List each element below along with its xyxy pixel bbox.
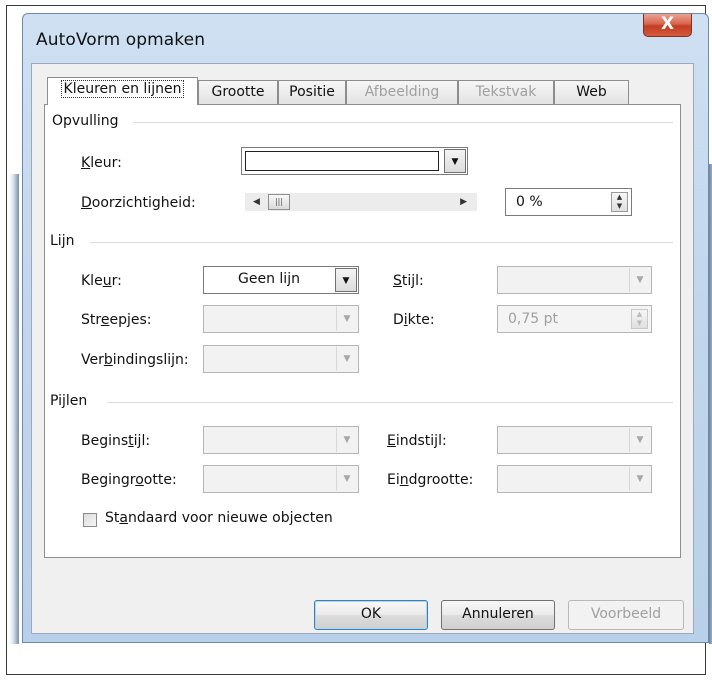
- chevron-down-icon: ▼: [336, 307, 357, 331]
- transparency-label: Doorzichtigheid:: [81, 195, 196, 211]
- spinner-arrows-icon: ▲ ▼: [631, 309, 648, 329]
- section-divider: [90, 242, 673, 243]
- end-size-dropdown: ▼: [497, 465, 652, 493]
- begin-size-label: Begingrootte:: [81, 472, 177, 488]
- preview-button: Voorbeeld: [568, 600, 684, 630]
- spinner-arrows-icon[interactable]: ▲ ▼: [611, 192, 628, 212]
- begin-size-dropdown: ▼: [203, 465, 359, 493]
- weight-value: 0,75 pt: [508, 311, 558, 327]
- close-button[interactable]: X: [643, 14, 692, 37]
- begin-style-dropdown: ▼: [203, 426, 359, 454]
- transparency-spinner[interactable]: 0 % ▲ ▼: [505, 188, 632, 216]
- tab-tekstvak: Tekstvak: [458, 80, 554, 104]
- slider-thumb[interactable]: |||: [268, 194, 290, 210]
- tab-grootte[interactable]: Grootte: [198, 80, 278, 104]
- dialog-client-area: Kleuren en lijnen Grootte Positie Afbeel…: [31, 63, 694, 634]
- dialog-title: AutoVorm opmaken: [36, 30, 206, 50]
- window-shadow-left: [9, 174, 19, 644]
- default-checkbox-label[interactable]: Standaard voor nieuwe objecten: [105, 510, 333, 526]
- default-checkbox[interactable]: [83, 513, 97, 527]
- tab-kleuren-en-lijnen[interactable]: Kleuren en lijnen: [47, 77, 198, 105]
- transparency-value: 0 %: [516, 194, 543, 210]
- chevron-down-icon: ▼: [336, 428, 357, 452]
- weight-spinner: 0,75 pt ▲ ▼: [497, 305, 652, 333]
- connector-label: Verbindingslijn:: [81, 352, 189, 368]
- begin-style-label: Beginstijl:: [81, 433, 151, 449]
- line-color-value: Geen lijn: [238, 271, 300, 287]
- fill-color-label: Kleur:: [81, 155, 122, 171]
- connector-dropdown: ▼: [203, 345, 359, 373]
- section-pijlen: Pijlen: [50, 393, 88, 409]
- line-color-dropdown[interactable]: Geen lijn ▼: [203, 266, 359, 294]
- chevron-down-icon: ▼: [336, 467, 357, 491]
- chevron-down-icon: ▼: [629, 467, 650, 491]
- chevron-down-icon: ▼: [444, 149, 466, 173]
- end-size-label: Eindgrootte:: [387, 472, 474, 488]
- cancel-button[interactable]: Annuleren: [441, 600, 555, 630]
- dialog-window: AutoVorm opmaken X Kleuren en lijnen Gro…: [9, 13, 712, 644]
- tab-panel-kleuren-en-lijnen: Opvulling Kleur: ▼ Doorzichtigheid: ◀ ||…: [44, 104, 681, 558]
- close-icon: X: [660, 14, 675, 34]
- chevron-down-icon: ▼: [629, 268, 650, 292]
- ok-button[interactable]: OK: [314, 600, 428, 630]
- scroll-right-icon[interactable]: ▶: [460, 193, 467, 211]
- scroll-left-icon[interactable]: ◀: [253, 193, 260, 211]
- chevron-down-icon: ▼: [336, 347, 357, 371]
- dashes-label: Streepjes:: [81, 312, 152, 328]
- dashes-dropdown: ▼: [203, 305, 359, 333]
- tab-positie[interactable]: Positie: [278, 80, 346, 104]
- section-divider: [133, 122, 673, 123]
- tab-afbeelding: Afbeelding: [346, 80, 458, 104]
- section-lijn: Lijn: [50, 233, 75, 249]
- line-style-label: Stijl:: [393, 273, 424, 289]
- end-style-label: Eindstijl:: [387, 433, 447, 449]
- section-divider: [107, 402, 673, 403]
- transparency-slider[interactable]: ◀ ||| ▶: [245, 193, 477, 211]
- end-style-dropdown: ▼: [497, 426, 652, 454]
- line-style-dropdown: ▼: [497, 266, 652, 294]
- fill-color-dropdown[interactable]: ▼: [241, 147, 468, 175]
- tab-web[interactable]: Web: [554, 80, 629, 104]
- weight-label: Dikte:: [393, 312, 435, 328]
- chevron-down-icon: ▼: [629, 428, 650, 452]
- chevron-down-icon: ▼: [335, 268, 357, 292]
- fill-color-swatch: [245, 151, 439, 171]
- section-opvulling: Opvulling: [52, 113, 119, 129]
- line-color-label: Kleur:: [81, 273, 122, 289]
